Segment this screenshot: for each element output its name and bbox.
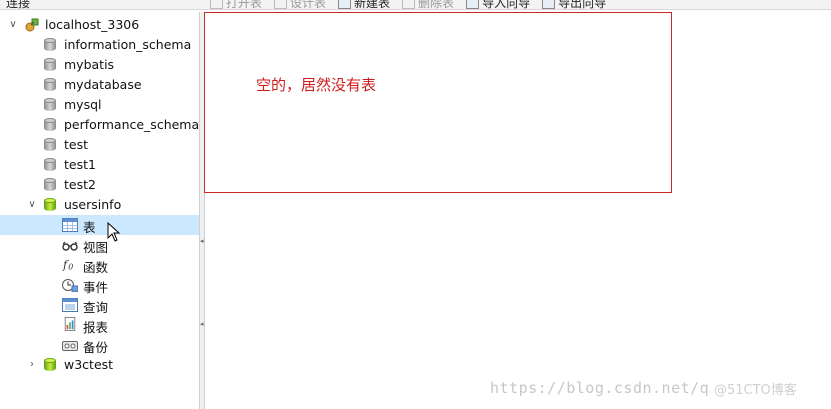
tree-item-queries[interactable]: 查询 — [0, 295, 199, 315]
database-label: mybatis — [64, 57, 115, 72]
tree-item-label: 事件 — [83, 280, 109, 295]
tree-item-tables[interactable]: 表 — [0, 215, 199, 235]
tree-item-reports[interactable]: 报表 — [0, 315, 199, 335]
tree-item-label: 视图 — [83, 240, 109, 255]
event-icon — [62, 279, 78, 292]
database-label: w3ctest — [64, 357, 114, 372]
annotation-text: 空的，居然没有表 — [256, 76, 377, 94]
watermark-badge: @51CTO博客 — [714, 383, 797, 398]
database-icon — [44, 138, 56, 152]
new-table-button[interactable]: 新建表 — [338, 0, 391, 10]
watermark-url: https://blog.csdn.net/q — [490, 379, 710, 397]
tree-database-row[interactable]: information_schema — [0, 35, 199, 55]
import-wizard-icon — [466, 0, 480, 9]
database-label: test1 — [64, 157, 96, 172]
tree-item-label: 函数 — [83, 260, 109, 275]
svg-text:0: 0 — [68, 262, 73, 271]
function-icon: f 0 — [62, 257, 73, 271]
tree-database-row[interactable]: mybatis — [0, 55, 199, 75]
tree-item-views[interactable]: 视图 — [0, 235, 199, 255]
database-label: mysql — [64, 97, 102, 112]
query-icon — [62, 298, 78, 312]
database-label: mydatabase — [64, 77, 142, 92]
open-table-button[interactable]: 打开表 — [210, 0, 263, 10]
import-wizard-button[interactable]: 导入向导 — [466, 0, 531, 10]
database-label: information_schema — [64, 37, 192, 52]
mouse-cursor-icon — [107, 222, 121, 242]
chevron-down-icon[interactable]: ∨ — [27, 200, 37, 210]
database-icon — [44, 178, 56, 192]
collapse-arrow-icon[interactable]: ◂ — [200, 237, 204, 245]
design-table-icon — [274, 0, 288, 9]
design-table-label: 设计表 — [290, 0, 327, 10]
database-label: test — [64, 137, 89, 152]
tree-item-label: 查询 — [83, 300, 109, 315]
open-table-icon — [210, 0, 223, 9]
delete-table-icon — [402, 0, 416, 9]
connection-tree: ∨ localhost_3306 information_schema myba… — [0, 12, 199, 409]
chevron-right-icon[interactable]: › — [27, 360, 37, 370]
database-open-icon — [44, 198, 56, 212]
design-table-button[interactable]: 设计表 — [274, 0, 327, 10]
tree-database-row[interactable]: test — [0, 135, 199, 155]
connection-label: localhost_3306 — [45, 17, 140, 32]
tree-item-label: 报表 — [83, 320, 109, 335]
tree-item-events[interactable]: 事件 — [0, 275, 199, 295]
delete-table-button[interactable]: 删除表 — [402, 0, 455, 10]
database-label: usersinfo — [64, 197, 122, 212]
tree-database-row-open[interactable]: ∨ usersinfo — [0, 195, 199, 215]
connection-panel-title: 连接 — [6, 0, 31, 10]
database-icon — [44, 118, 56, 132]
tree-database-row[interactable]: performance_schema — [0, 115, 199, 135]
export-wizard-button[interactable]: 导出向导 — [542, 0, 607, 10]
database-icon — [44, 158, 56, 172]
backup-icon — [62, 341, 78, 351]
tree-database-row[interactable]: test1 — [0, 155, 199, 175]
open-table-label: 打开表 — [226, 0, 263, 10]
database-icon — [44, 58, 56, 72]
database-label: test2 — [64, 177, 96, 192]
tree-item-backups[interactable]: 备份 — [0, 335, 199, 355]
tree-connection-row[interactable]: ∨ localhost_3306 — [0, 15, 199, 35]
annotation-box — [204, 12, 672, 193]
tree-item-label: 备份 — [83, 340, 109, 355]
toolbar: 打开表 设计表 新建表 删除表 导入向导 导出向导 — [210, 0, 607, 10]
export-wizard-label: 导出向导 — [558, 0, 607, 10]
new-table-icon — [338, 0, 352, 9]
tree-item-label: 表 — [83, 220, 96, 235]
database-icon — [44, 38, 56, 52]
export-wizard-icon — [542, 0, 556, 9]
import-wizard-label: 导入向导 — [482, 0, 531, 10]
database-label: performance_schema — [64, 117, 200, 132]
collapse-arrow-icon[interactable]: ◂ — [200, 320, 204, 328]
database-icon — [44, 98, 56, 112]
tree-database-row[interactable]: mysql — [0, 95, 199, 115]
chevron-down-icon[interactable]: ∨ — [8, 20, 18, 30]
database-icon — [44, 78, 56, 92]
table-icon — [62, 218, 78, 232]
delete-table-label: 删除表 — [418, 0, 455, 10]
tree-database-row[interactable]: test2 — [0, 175, 199, 195]
new-table-label: 新建表 — [354, 0, 391, 10]
top-strip: 连接 打开表 设计表 新建表 删除表 导入向导 导出向导 — [0, 0, 831, 10]
database-icon — [44, 358, 56, 372]
connection-icon — [25, 18, 39, 32]
report-icon — [64, 317, 76, 331]
tree-database-row[interactable]: › w3ctest — [0, 355, 199, 375]
tree-database-row[interactable]: mydatabase — [0, 75, 199, 95]
view-icon — [62, 241, 78, 251]
tree-item-functions[interactable]: f 0 函数 — [0, 255, 199, 275]
